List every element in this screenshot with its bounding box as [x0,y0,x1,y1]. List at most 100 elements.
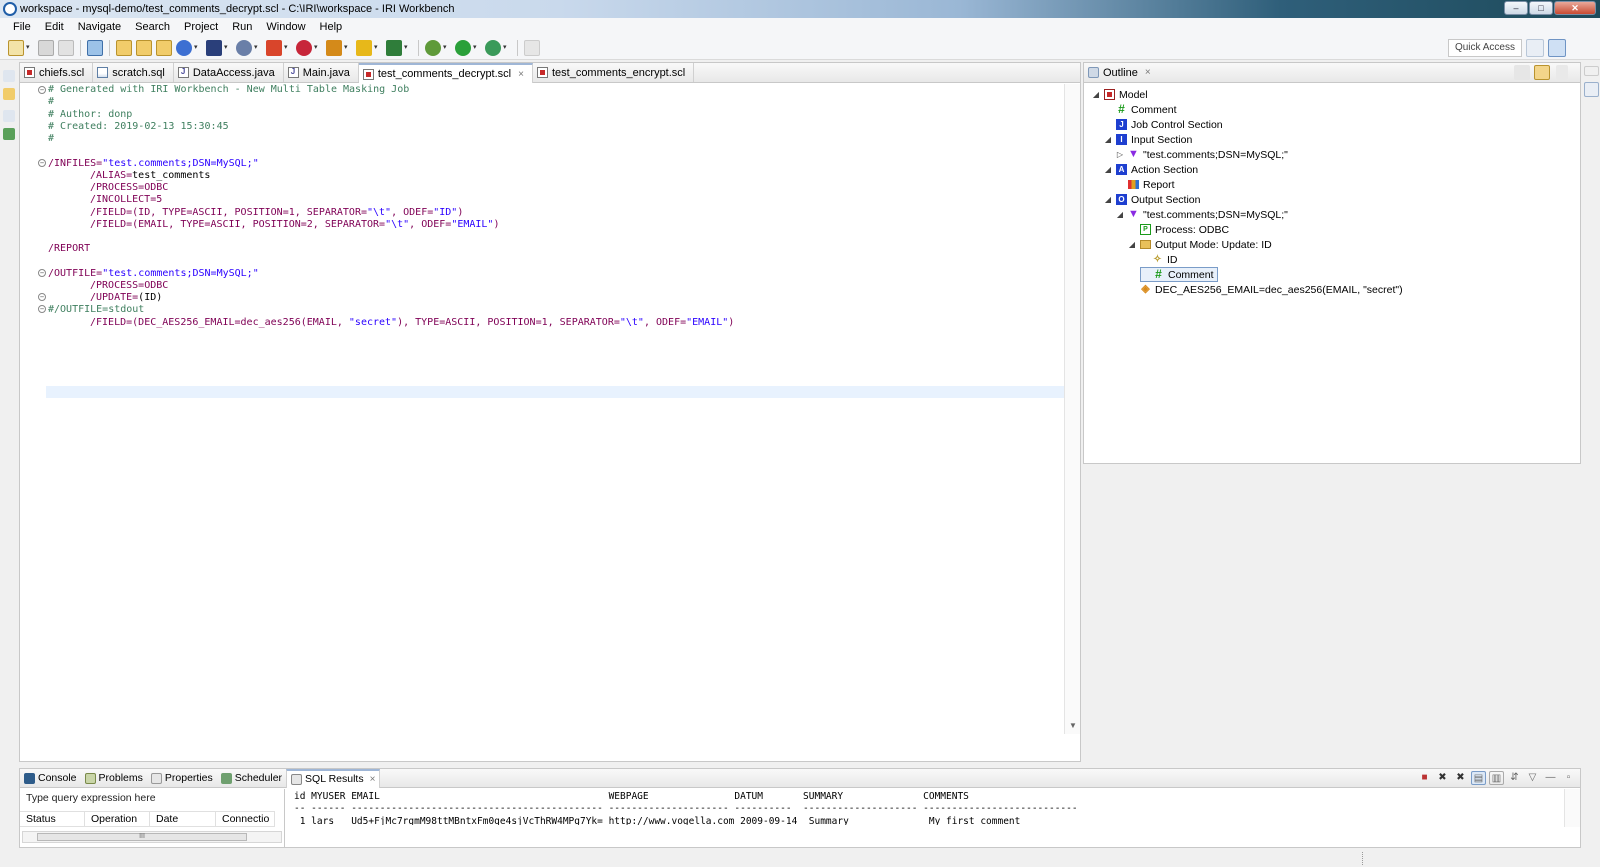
query-filter-input[interactable]: Type query expression here [26,792,156,804]
maximize-view-icon[interactable] [1556,65,1568,80]
close-window-button[interactable]: ✕ [1554,1,1596,15]
collapse-icon[interactable]: ◢ [1128,240,1136,249]
tree-node-model[interactable]: ◢ Model [1092,87,1148,102]
tree-node-action-section[interactable]: ◢ A Action Section [1104,162,1198,177]
menu-window[interactable]: Window [259,21,312,33]
close-tab-icon[interactable]: × [518,69,524,80]
sort-icon[interactable] [1514,65,1530,80]
menu-run[interactable]: Run [225,21,259,33]
remove-all-icon[interactable]: ✖ [1453,771,1468,785]
tree-node-input-source[interactable]: ▷ ▼ "test.comments;DSN=MySQL;" [1116,147,1288,162]
mask-dropdown-icon[interactable]: ▾ [284,40,290,56]
iri-perspective-icon[interactable] [1548,39,1566,57]
tree-node-output-target[interactable]: ◢ ▼ "test.comments;DSN=MySQL;" [1116,207,1288,222]
migrate-icon[interactable] [326,39,342,56]
save-all-icon[interactable] [58,39,74,56]
outline-title[interactable]: Outline [1103,67,1138,79]
tree-node-input-section[interactable]: ◢ I Input Section [1104,132,1192,147]
minimized-view-icon[interactable] [1584,82,1599,97]
column-date[interactable]: Date [150,812,216,826]
column-status[interactable]: Status [20,812,85,826]
navigate-icon[interactable] [386,39,402,56]
new-icon[interactable] [8,39,24,56]
iri-icon[interactable] [176,39,192,56]
fold-toggle-icon[interactable]: − [38,86,46,94]
expand-icon[interactable]: ▷ [1116,150,1124,159]
collapse-icon[interactable]: ◢ [1092,90,1100,99]
menu-file[interactable]: File [6,21,38,33]
fold-toggle-icon[interactable]: − [38,269,46,277]
tab-problems[interactable]: Problems [81,769,147,788]
minimize-button[interactable]: – [1504,1,1528,15]
scroll-down-icon[interactable]: ▼ [1069,721,1077,730]
fold-toggle-icon[interactable]: − [38,159,46,167]
debug-dropdown-icon[interactable]: ▾ [443,40,449,56]
collapse-icon[interactable]: ◢ [1104,165,1112,174]
tree-node-report[interactable]: Report [1116,177,1175,192]
open-folder-icon[interactable] [116,39,132,56]
view-menu-icon[interactable]: ▽ [1525,771,1540,785]
tab-main-java[interactable]: Main.java [284,63,359,82]
shield-icon[interactable] [356,39,372,56]
maximize-view-icon[interactable]: ▫ [1561,771,1576,785]
tab-sql-results[interactable]: SQL Results × [286,768,381,788]
new-dropdown-icon[interactable]: ▾ [26,40,32,56]
history-horizontal-scrollbar[interactable]: III [22,831,282,843]
import-icon[interactable] [156,39,172,56]
column-connection[interactable]: Connectio [216,812,275,826]
data-source-explorer-icon[interactable] [3,128,15,140]
tab-console[interactable]: Console [20,769,81,788]
menu-help[interactable]: Help [313,21,350,33]
iri-dropdown-icon[interactable]: ▾ [194,40,200,56]
link-with-editor-icon[interactable] [1534,65,1550,80]
restore-icon[interactable] [1584,66,1599,76]
tree-node-job-control[interactable]: J Job Control Section [1104,117,1223,132]
mask-icon[interactable] [266,39,282,56]
tree-node-id[interactable]: ✧ ID [1140,252,1177,267]
close-tab-icon[interactable]: × [370,774,376,785]
display-text-icon[interactable]: ▤ [1471,771,1486,785]
save-icon[interactable] [38,39,54,56]
shield-dropdown-icon[interactable]: ▾ [374,40,380,56]
debug-icon[interactable] [425,39,441,56]
external-tools-icon[interactable] [485,39,501,56]
tree-node-comment[interactable]: # Comment [1104,102,1176,117]
open-perspective-icon[interactable] [1526,39,1544,57]
tree-node-dec-field[interactable]: ◈ DEC_AES256_EMAIL=dec_aes256(EMAIL, "se… [1128,282,1402,297]
menu-navigate[interactable]: Navigate [71,21,128,33]
run-dropdown-icon[interactable]: ▾ [473,40,479,56]
menu-project[interactable]: Project [177,21,225,33]
wizard-dropdown-icon[interactable]: ▾ [224,40,230,56]
collapse-icon[interactable]: ◢ [1104,135,1112,144]
collapse-icon[interactable]: ◢ [1116,210,1124,219]
tree-node-output-mode[interactable]: ◢ Output Mode: Update: ID [1128,237,1272,252]
tree-node-process[interactable]: P Process: ODBC [1128,222,1229,237]
tab-dataaccess-java[interactable]: DataAccess.java [174,63,284,82]
pen-icon[interactable] [524,39,540,56]
collapse-icon[interactable]: ◢ [1104,195,1112,204]
menu-edit[interactable]: Edit [38,21,71,33]
wizard-icon[interactable] [206,39,222,56]
connect-dropdown-icon[interactable]: ▾ [254,40,260,56]
results-vertical-scrollbar[interactable] [1564,789,1580,827]
tree-node-comment-selected[interactable]: # Comment [1140,267,1218,282]
tab-scratch-sql[interactable]: scratch.sql [93,63,174,82]
restore-icon[interactable] [3,70,15,82]
tab-scheduler[interactable]: Scheduler [217,769,286,788]
tools-icon[interactable] [296,39,312,56]
connect-icon[interactable] [236,39,252,56]
tools-dropdown-icon[interactable]: ▾ [314,40,320,56]
tree-node-output-section[interactable]: ◢ O Output Section [1104,192,1201,207]
close-tab-icon[interactable]: × [1145,67,1151,78]
tab-chiefs-scl[interactable]: chiefs.scl [20,63,94,82]
quick-access-field[interactable]: Quick Access [1447,39,1522,57]
run-icon[interactable] [455,39,471,56]
fold-toggle-icon[interactable]: − [38,293,46,301]
fold-toggle-icon[interactable]: − [38,305,46,313]
column-operation[interactable]: Operation [85,812,150,826]
tab-test-comments-decrypt[interactable]: test_comments_decrypt.scl × [358,63,533,83]
project-explorer-icon[interactable] [3,88,15,100]
migrate-dropdown-icon[interactable]: ▾ [344,40,350,56]
open-project-icon[interactable] [136,39,152,56]
tab-properties[interactable]: Properties [147,769,217,788]
